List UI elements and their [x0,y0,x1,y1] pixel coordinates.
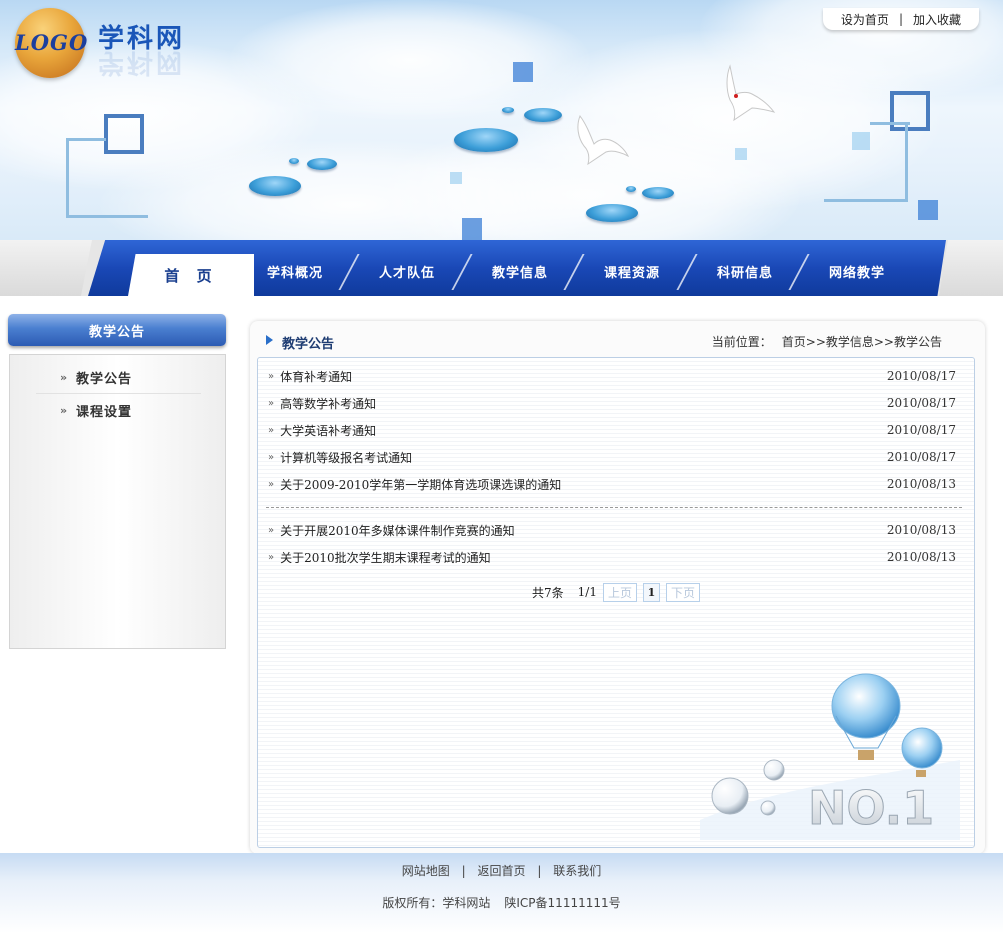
water-drop-decoration [642,187,674,199]
square-decoration [462,218,482,240]
square-decoration [66,138,106,141]
pagination-total: 共7条 [532,585,564,600]
water-drop-decoration [307,158,337,170]
list-item[interactable]: » 关于开展2010年多媒体课件制作竞赛的通知 2010/08/13 [268,519,960,541]
nav-item-research-info[interactable]: 科研信息 [700,256,790,286]
back-home-link[interactable]: 返回首页 [477,864,525,878]
notice-title[interactable]: 体育补考通知 [280,368,352,385]
header-banner: LOGO 学科网 学科网 设为首页 | 加入收藏 [0,0,1003,240]
notice-date: 2010/08/13 [886,550,956,564]
footer-links: 网站地图 | 返回首页 | 联系我们 [0,862,1003,879]
logo-text: LOGO [15,30,89,55]
double-chevron-icon: » [268,524,275,536]
dashed-divider [266,507,962,508]
double-chevron-icon: » [268,451,275,463]
link-separator: | [461,864,466,878]
list-item[interactable]: » 高等数学补考通知 2010/08/17 [268,392,960,414]
notice-title[interactable]: 计算机等级报名考试通知 [280,449,412,466]
breadcrumb-label: 当前位置： [711,335,772,349]
notice-title[interactable]: 关于开展2010年多媒体课件制作竞赛的通知 [280,522,515,539]
set-homepage-link[interactable]: 设为首页 [841,11,889,28]
water-drop-decoration [626,186,636,192]
notice-title[interactable]: 大学英语补考通知 [280,422,376,439]
notice-date: 2010/08/17 [886,423,956,437]
double-chevron-icon: » [268,551,275,563]
list-item[interactable]: » 体育补考通知 2010/08/17 [268,365,960,387]
list-item[interactable]: » 关于2009-2010学年第一学期体育选项课选课的通知 2010/08/13 [268,473,960,495]
nav-item-online-teaching[interactable]: 网络教学 [812,256,902,286]
sidebar-item-course-setup[interactable]: » 课程设置 [36,394,201,426]
square-decoration [870,122,910,125]
water-drop-decoration [586,204,638,222]
nav-edge-right [939,240,1003,296]
contact-link[interactable]: 联系我们 [553,864,601,878]
next-page-button[interactable]: 下页 [665,582,700,602]
prev-page-button[interactable]: 上页 [602,582,637,602]
notice-title[interactable]: 关于2010批次学生期末课程考试的通知 [280,549,491,566]
dove-icon [577,114,630,166]
notice-date: 2010/08/17 [886,396,956,410]
site-logo[interactable]: LOGO [15,8,89,78]
notice-date: 2010/08/13 [886,477,956,491]
top-links: 设为首页 | 加入收藏 [822,8,979,30]
pagination-page-of: 1/1 [577,585,597,599]
copyright: 版权所有：学科网站 陕ICP备11111111号 [0,894,1003,911]
notice-title[interactable]: 高等数学补考通知 [280,395,376,412]
balloons-decoration: NO.1 [700,673,960,840]
double-chevron-icon: » [60,371,68,384]
triangle-bullet-icon [266,335,273,345]
dove-icon [726,64,776,122]
water-drop-decoration [502,107,514,113]
nav-item-discipline-overview[interactable]: 学科概况 [250,256,340,286]
sidebar-title: 教学公告 [8,314,226,346]
square-decoration [852,132,870,150]
water-drop-decoration [454,128,518,152]
double-chevron-icon: » [268,397,275,409]
nav-item-home[interactable]: 首 页 [128,254,254,296]
sidebar-item-announcements[interactable]: » 教学公告 [36,361,201,393]
link-separator: | [898,12,903,26]
link-separator: | [537,864,542,878]
square-decoration [66,138,148,218]
copyright-text: 版权所有：学科网站 [382,896,491,910]
square-decoration [735,148,747,160]
no1-text: NO.1 [808,781,934,835]
water-drop-decoration [524,108,562,122]
site-title-reflection: 学科网 [98,47,186,77]
breadcrumb-path[interactable]: 首页>>教学信息>>教学公告 [782,335,942,349]
notice-title[interactable]: 关于2009-2010学年第一学期体育选项课选课的通知 [280,476,561,493]
double-chevron-icon: » [268,370,275,382]
sidebar-item-label: 教学公告 [76,371,133,387]
page-number-button[interactable]: 1 [642,582,660,602]
nav-item-teaching-info[interactable]: 教学信息 [475,256,565,286]
sitemap-link[interactable]: 网站地图 [402,864,450,878]
double-chevron-icon: » [268,478,275,490]
list-item[interactable]: » 计算机等级报名考试通知 2010/08/17 [268,446,960,468]
pagination: 共7条 1/1 上页 1 下页 [532,582,700,602]
breadcrumb: 当前位置： 首页>>教学信息>>教学公告 [712,333,942,350]
square-decoration [450,172,462,184]
nav-item-course-resources[interactable]: 课程资源 [587,256,677,286]
square-decoration [918,200,938,220]
list-item[interactable]: » 关于2010批次学生期末课程考试的通知 2010/08/13 [268,546,960,568]
main-navigation: 首 页 学科概况 人才队伍 教学信息 课程资源 科研信息 网络教学 [0,240,1003,296]
square-decoration [513,62,533,82]
nav-edge-left [0,240,92,296]
icp-text: 陕ICP备11111111号 [504,896,621,910]
add-favorite-link[interactable]: 加入收藏 [913,11,961,28]
notice-date: 2010/08/17 [886,450,956,464]
sidebar-item-label: 课程设置 [76,404,133,420]
notice-date: 2010/08/17 [886,369,956,383]
sidebar-menu: » 教学公告 » 课程设置 [9,354,226,649]
list-item[interactable]: » 大学英语补考通知 2010/08/17 [268,419,960,441]
content-title: 教学公告 [282,337,335,352]
double-chevron-icon: » [60,404,68,417]
notice-date: 2010/08/13 [886,523,956,537]
water-drop-decoration [249,176,301,196]
double-chevron-icon: » [268,424,275,436]
nav-item-talent-team[interactable]: 人才队伍 [362,256,452,286]
water-drop-decoration [289,158,299,164]
